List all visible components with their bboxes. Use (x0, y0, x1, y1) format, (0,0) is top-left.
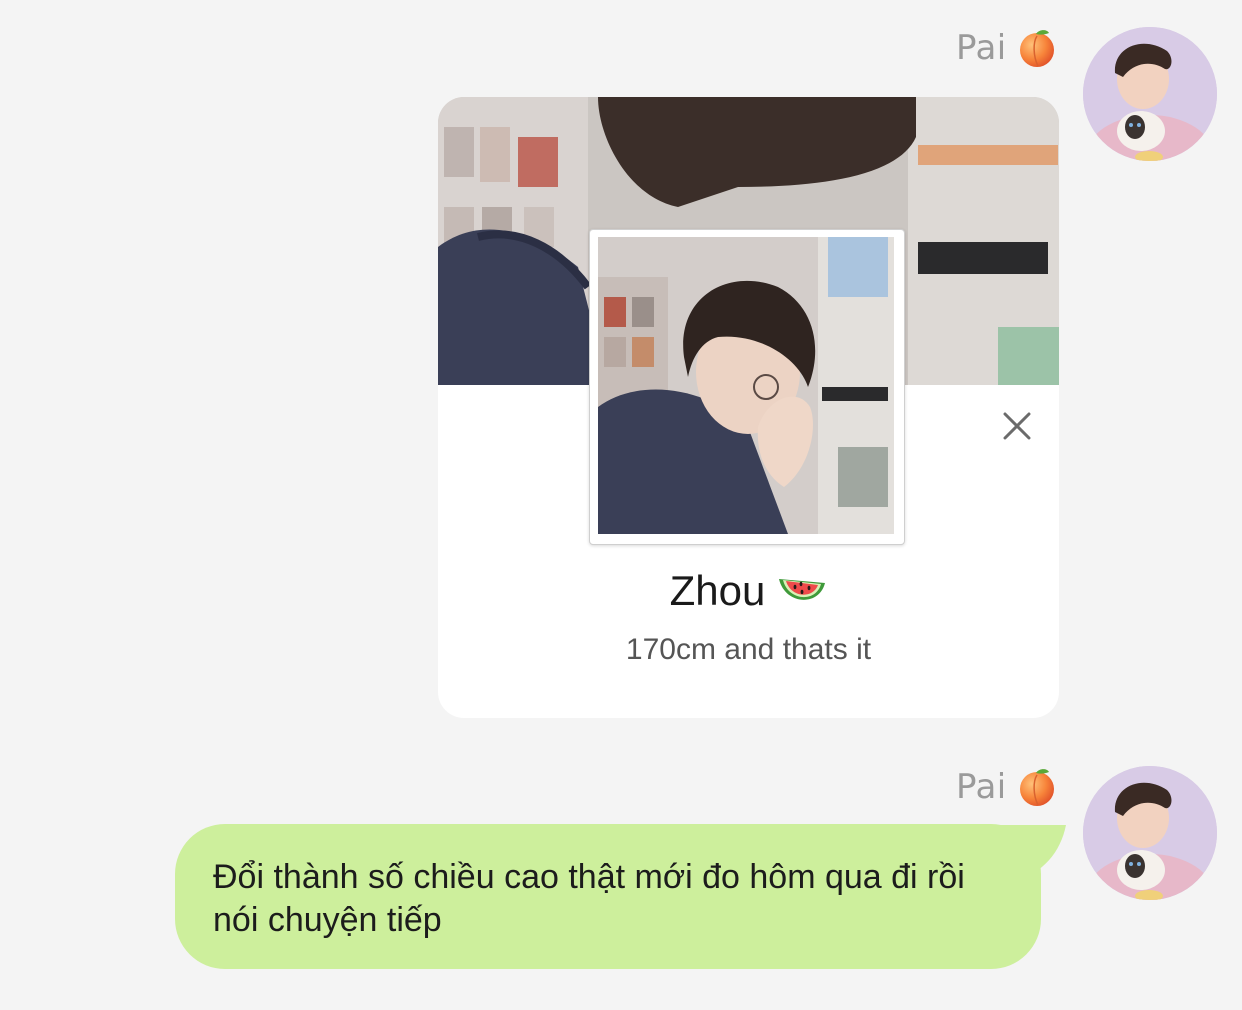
peach-icon (1019, 30, 1054, 67)
message-text: Đổi thành số chiều cao thật mới đo hôm q… (213, 858, 965, 939)
profile-picture (598, 237, 894, 534)
sender-name: Pai (956, 28, 1007, 68)
sender-header: Pai (956, 767, 1057, 807)
profile-card[interactable]: Zhou 170cm and thats it (438, 97, 1059, 718)
sender-name: Pai (956, 767, 1007, 807)
profile-status: 170cm and thats it (625, 633, 872, 666)
watermelon-icon (779, 579, 826, 600)
peach-icon (1019, 769, 1054, 806)
sender-header: Pai (956, 28, 1057, 68)
profile-picture-frame[interactable] (589, 229, 905, 545)
message-bubble[interactable]: Đổi thành số chiều cao thật mới đo hôm q… (175, 824, 1041, 969)
profile-name-row: Zhou (438, 567, 1059, 615)
sender-avatar[interactable] (1083, 766, 1217, 900)
close-icon[interactable] (998, 407, 1036, 445)
sender-avatar[interactable] (1083, 27, 1217, 161)
profile-name: Zhou (669, 567, 766, 614)
